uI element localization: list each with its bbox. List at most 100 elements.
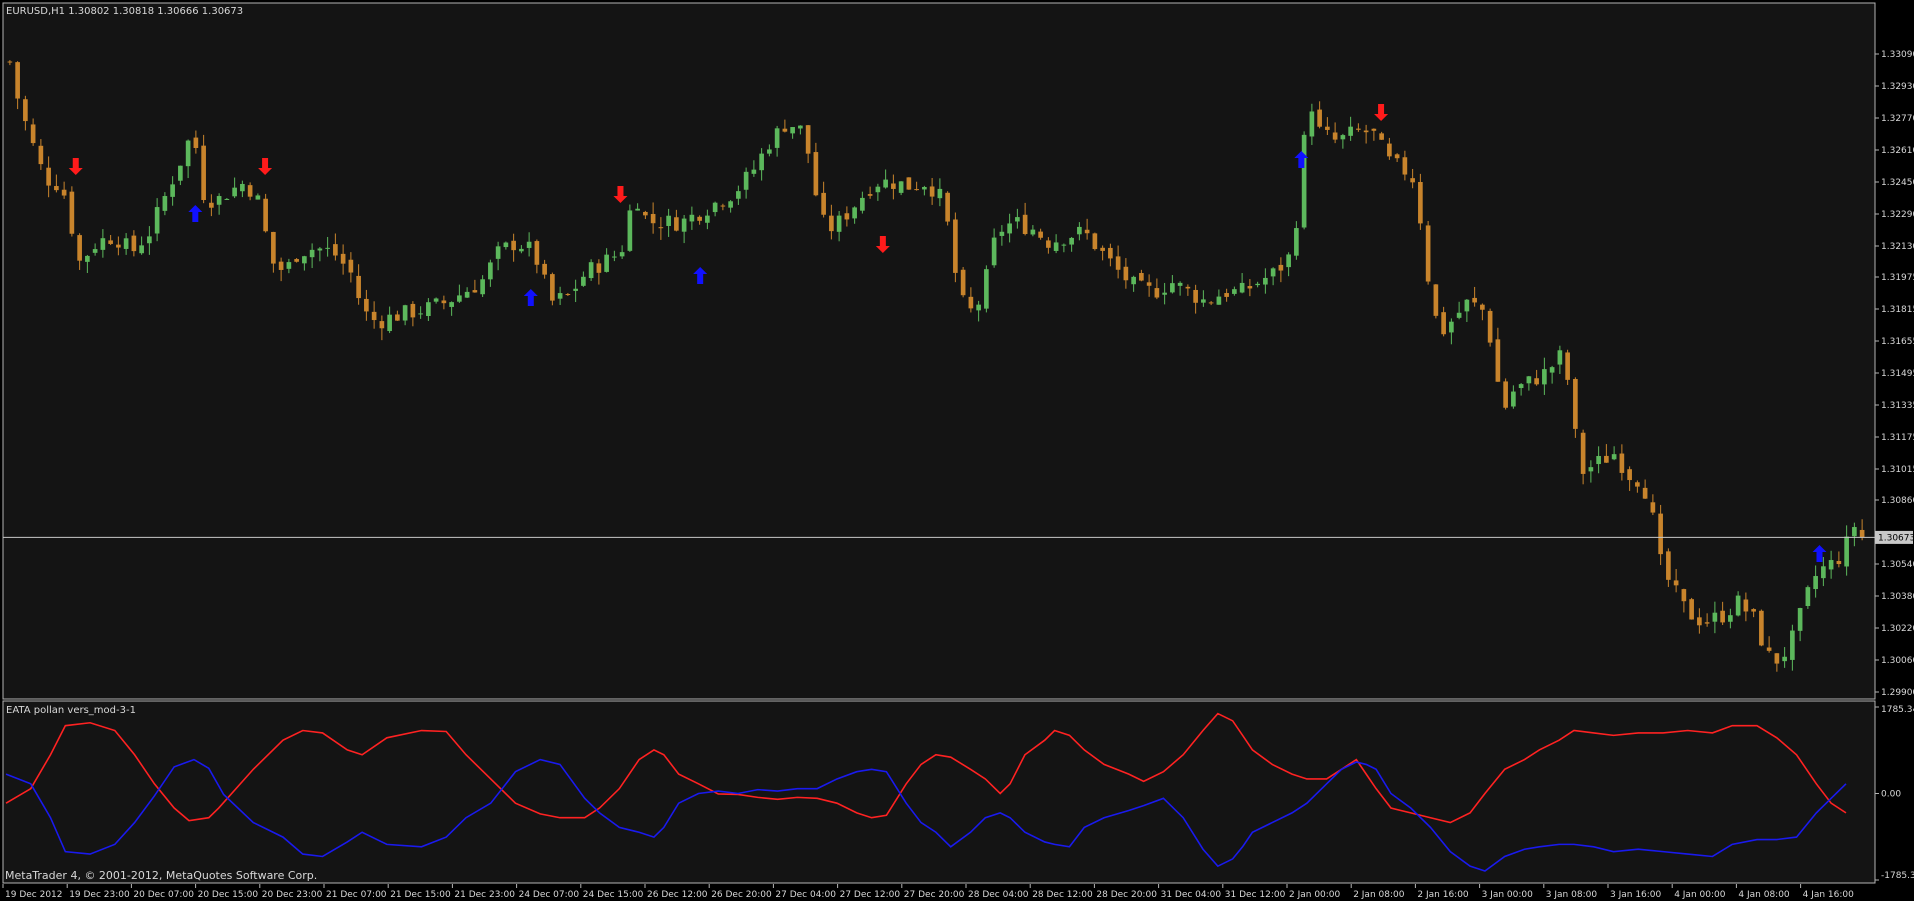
bull-candle <box>216 196 222 205</box>
price-tick-label: 1.32130 <box>1881 242 1914 252</box>
bear-candle <box>441 300 447 304</box>
bear-candle <box>1859 529 1865 538</box>
price-tick-label: 1.31655 <box>1881 337 1914 347</box>
bear-candle <box>960 269 966 296</box>
price-tick-label: 1.30380 <box>1881 592 1914 602</box>
time-tick-label: 28 Dec 04:00 <box>968 890 1029 900</box>
bull-candle <box>1542 369 1547 385</box>
time-tick-label: 21 Dec 15:00 <box>390 890 451 900</box>
bear-candle <box>1673 580 1679 586</box>
bear-candle <box>1658 513 1663 555</box>
bear-candle <box>1697 617 1702 626</box>
time-tick-label: 20 Dec 07:00 <box>133 890 194 900</box>
bear-candle <box>596 263 602 273</box>
chart-canvas[interactable]: EURUSD,H1 1.30802 1.30818 1.30666 1.3067… <box>0 0 1914 901</box>
bear-candle <box>263 198 268 232</box>
bull-candle <box>798 125 803 129</box>
time-tick-label: 24 Dec 07:00 <box>519 890 580 900</box>
bear-candle <box>968 296 974 309</box>
price-axis: 1.33090 1.32930 1.32770 1.32610 1.32450 1.322… <box>1875 50 1914 698</box>
bear-candle <box>1472 297 1477 303</box>
bear-candle <box>1565 352 1570 380</box>
bear-candle <box>1208 302 1214 304</box>
bear-candle <box>193 137 199 148</box>
price-tick-label: 1.30060 <box>1881 656 1914 666</box>
bull-candle <box>774 128 780 148</box>
bear-candle <box>348 259 354 273</box>
bull-candle <box>1456 312 1462 318</box>
bull-candle <box>1464 299 1470 312</box>
bull-candle <box>224 198 230 200</box>
bear-candle <box>371 311 377 321</box>
time-tick-label: 19 Dec 23:00 <box>69 890 130 900</box>
bear-candle <box>1743 599 1749 612</box>
bear-candle <box>1650 502 1656 513</box>
bull-candle <box>1518 384 1524 389</box>
bear-candle <box>650 213 656 224</box>
bull-candle <box>581 276 586 286</box>
bear-candle <box>15 62 20 99</box>
bull-candle <box>573 288 578 291</box>
price-tick-label: 1.30220 <box>1881 624 1914 634</box>
bull-candle <box>503 242 509 248</box>
price-tick-label: 1.31975 <box>1881 273 1914 283</box>
bear-candle <box>1278 264 1284 271</box>
bull-candle <box>286 262 292 269</box>
bull-candle <box>1216 296 1222 305</box>
bid-price-marker: 1.30673 <box>1875 530 1914 544</box>
bull-candle <box>1449 321 1454 333</box>
bear-candle <box>30 124 36 144</box>
bear-candle <box>697 216 702 221</box>
price-tick-label: 1.31335 <box>1881 401 1914 411</box>
bull-candle <box>1015 217 1020 222</box>
bull-candle <box>519 248 524 252</box>
bear-candle <box>7 61 13 63</box>
bull-candle <box>1030 229 1036 235</box>
bull-candle <box>1735 595 1741 616</box>
bull-candle <box>875 186 881 193</box>
bear-candle <box>1387 143 1392 157</box>
bull-candle <box>712 202 718 213</box>
price-panel[interactable] <box>2 2 1876 700</box>
bull-candle <box>612 256 617 258</box>
bear-candle <box>1022 214 1028 235</box>
bull-candle <box>1611 454 1617 460</box>
bear-candle <box>867 194 873 196</box>
bear-candle <box>364 298 369 312</box>
time-tick-label: 3 Jan 00:00 <box>1482 890 1534 900</box>
bull-candle <box>178 165 183 181</box>
indicator-panel[interactable] <box>2 700 1876 884</box>
bear-candle <box>1433 284 1439 316</box>
bear-candle <box>1193 289 1198 303</box>
time-tick-label: 20 Dec 23:00 <box>262 890 323 900</box>
bull-candle <box>123 238 129 249</box>
bull-candle <box>836 215 842 232</box>
time-tick-label: 2 Jan 16:00 <box>1417 890 1469 900</box>
price-tick-label: 1.32610 <box>1881 146 1914 156</box>
bull-candle <box>852 207 857 219</box>
bear-candle <box>542 263 547 275</box>
time-tick-label: 28 Dec 20:00 <box>1096 890 1157 900</box>
bull-candle <box>85 255 90 262</box>
bear-candle <box>1495 339 1501 382</box>
bid-price-value: 1.30673 <box>1878 533 1914 543</box>
bear-candle <box>1394 154 1400 159</box>
bull-candle <box>317 248 323 251</box>
bear-candle <box>1720 610 1725 623</box>
bull-candle <box>1805 587 1811 607</box>
bear-candle <box>247 185 253 197</box>
bull-candle <box>1821 566 1826 579</box>
bear-candle <box>1123 266 1129 281</box>
chart-info-label: EURUSD,H1 1.30802 1.30818 1.30666 1.3067… <box>6 6 243 17</box>
bull-candle <box>162 196 168 211</box>
bull-candle <box>1828 560 1834 570</box>
bear-candle <box>945 192 950 222</box>
bull-candle <box>154 207 160 234</box>
bull-candle <box>999 231 1005 236</box>
bear-candle <box>720 205 726 207</box>
bull-candle <box>302 256 307 264</box>
bear-candle <box>1402 157 1408 175</box>
bull-candle <box>1852 527 1857 537</box>
bear-candle <box>1092 233 1098 250</box>
bear-candle <box>1146 282 1152 286</box>
